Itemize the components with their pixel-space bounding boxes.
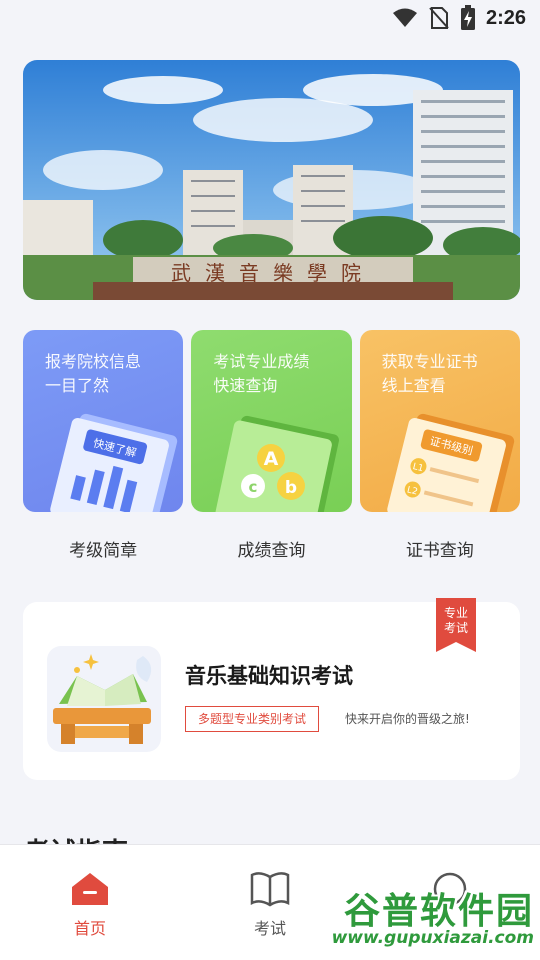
card-line-1: 报考院校信息 [45,352,142,371]
watermark-url: www.gupuxiazai.com [331,928,534,948]
card-certificate-query[interactable]: 获取专业证书 线上查看 证书级别 L1 L2 [359,330,520,512]
card-exam-guide[interactable]: 报考院校信息 一目了然 快速了解 [23,330,184,512]
status-time: 2:26 [485,6,526,29]
feature-cards: 报考院校信息 一目了然 快速了解 考试专业成绩 快速查询 A c b 获取专业证… [23,330,520,512]
svg-text:c: c [249,478,258,496]
exam-tag: 多题型专业类别考试 [185,706,320,732]
status-bar: 2:26 [0,0,540,36]
card-line-1: 考试专业成绩 [213,352,310,371]
tab-home[interactable]: 首页 [0,845,180,960]
card-label-certificate[interactable]: 证书查询 [360,536,520,561]
banner-image[interactable]: 武漢音樂學院 [23,60,520,300]
tab-exam-label: 考试 [253,919,286,938]
abc-book-icon: A c b [215,415,340,512]
card-score-query[interactable]: 考试专业成绩 快速查询 A c b [191,330,352,512]
banner-sign-text: 武漢音樂學院 [171,261,375,285]
tab-home-label: 首页 [73,919,106,938]
card-line-2: 一目了然 [45,376,110,395]
no-sim-icon [429,7,449,29]
card-line-2: 线上查看 [381,376,446,395]
card-label-score[interactable]: 成绩查询 [191,536,351,561]
certificate-book-icon: 证书级别 L1 L2 [386,413,514,512]
book-icon [250,872,290,907]
wifi-icon [392,8,417,27]
watermark-name: 谷普软件园 [343,891,534,932]
exam-card[interactable]: 专业 考试 音乐基础知识考试 多题型专业类别考试 快来开启你的晋级之旅! [23,598,520,780]
book-chart-icon: 快速了解 [50,413,178,512]
open-book-icon [53,654,152,744]
home-icon [72,873,108,905]
exam-ribbon-text: 专业 考试 [443,606,468,635]
exam-icon [47,646,161,752]
exam-subtitle: 快来开启你的晋级之旅! [345,712,470,726]
card-labels: 考级简章 成绩查询 证书查询 [23,536,520,561]
card-label-guide[interactable]: 考级简章 [23,536,183,561]
watermark: 谷普软件园 www.gupuxiazai.com [296,882,540,960]
battery-charging-icon [460,5,475,30]
card-line-2: 快速查询 [213,376,278,395]
card-line-1: 获取专业证书 [381,352,478,371]
svg-text:b: b [285,478,297,498]
svg-text:A: A [264,448,279,470]
exam-title: 音乐基础知识考试 [185,664,353,688]
exam-ribbon: 专业 考试 [432,598,476,652]
